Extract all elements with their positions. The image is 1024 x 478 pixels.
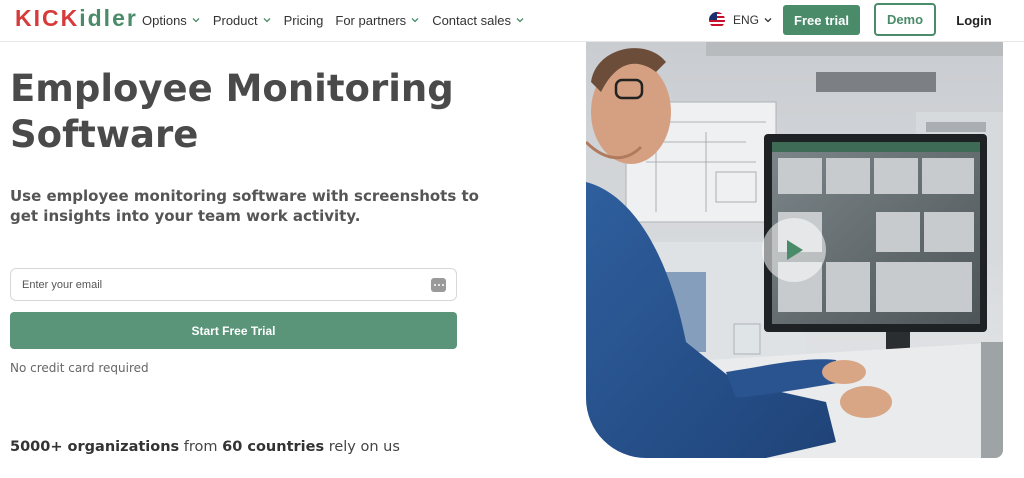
play-icon bbox=[787, 240, 803, 260]
nav-item-pricing[interactable]: Pricing bbox=[284, 13, 324, 28]
nav-item-for-partners[interactable]: For partners bbox=[335, 13, 420, 28]
nav-item-options[interactable]: Options bbox=[142, 13, 201, 28]
orgs-rely: rely on us bbox=[328, 439, 400, 455]
orgs-count: 5000+ organizations bbox=[10, 439, 180, 455]
logo-part-idler: idler bbox=[79, 5, 138, 31]
demo-button[interactable]: Demo bbox=[874, 3, 936, 36]
language-selector[interactable]: ENG bbox=[709, 10, 773, 30]
email-field[interactable] bbox=[11, 269, 456, 300]
nav-label: Contact sales bbox=[432, 12, 511, 28]
main-nav: Options Product Pricing For partners Con… bbox=[142, 0, 537, 40]
start-free-trial-button[interactable]: Start Free Trial bbox=[10, 312, 457, 349]
chevron-down-icon bbox=[515, 15, 525, 25]
password-manager-icon[interactable] bbox=[431, 278, 446, 292]
play-video-button[interactable] bbox=[762, 218, 826, 282]
hero-subtitle: Use employee monitoring software with sc… bbox=[10, 187, 479, 225]
site-header: KICKidler Options Product Pricing For pa… bbox=[0, 0, 1024, 42]
chevron-down-icon bbox=[262, 15, 272, 25]
chevron-down-icon bbox=[763, 15, 773, 25]
nav-label: Options bbox=[142, 12, 187, 28]
kickidler-logo[interactable]: KICKidler bbox=[15, 5, 138, 31]
us-flag-icon bbox=[709, 12, 725, 28]
email-field-wrapper bbox=[10, 268, 457, 301]
chevron-down-icon bbox=[191, 15, 201, 25]
page-title: Employee Monitoring Software bbox=[10, 67, 454, 156]
chevron-down-icon bbox=[410, 15, 420, 25]
nav-label: Product bbox=[212, 12, 258, 28]
nav-item-contact-sales[interactable]: Contact sales bbox=[432, 13, 525, 28]
orgs-from: from bbox=[183, 439, 218, 455]
social-proof: 5000+ organizations from 60 countries re… bbox=[10, 439, 400, 455]
logo-part-kick: KICK bbox=[15, 5, 80, 31]
language-label: ENG bbox=[733, 13, 760, 27]
countries-count: 60 countries bbox=[222, 439, 325, 455]
free-trial-button[interactable]: Free trial bbox=[783, 5, 860, 35]
no-credit-card-note: No credit card required bbox=[10, 361, 149, 375]
login-button[interactable]: Login bbox=[950, 10, 998, 30]
nav-label: For partners bbox=[335, 12, 407, 28]
nav-item-product[interactable]: Product bbox=[213, 13, 272, 28]
nav-label: Pricing bbox=[283, 12, 324, 28]
